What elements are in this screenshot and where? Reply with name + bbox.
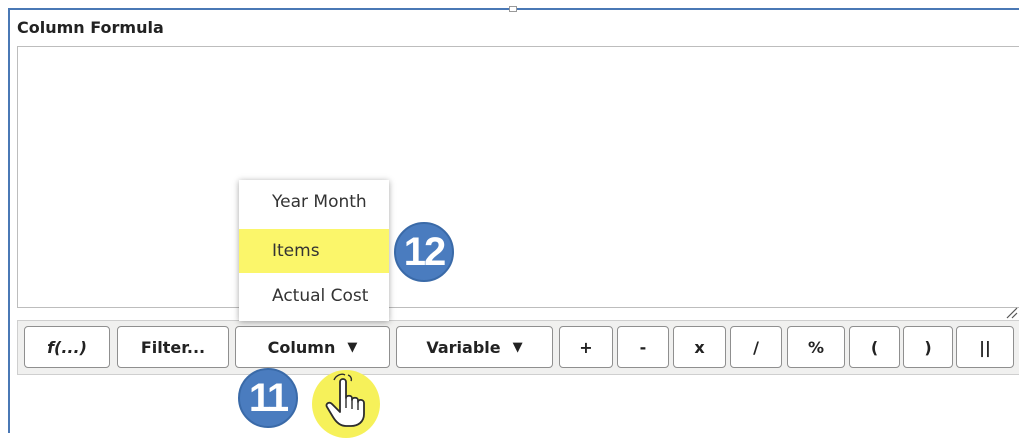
section-title: Column Formula: [17, 18, 164, 37]
resize-grip-icon[interactable]: [1004, 305, 1018, 319]
chevron-down-icon: ▼: [347, 339, 358, 355]
percent-button-label: %: [807, 337, 825, 357]
function-button[interactable]: f(...): [24, 326, 110, 368]
function-button-label: f(...): [47, 337, 87, 357]
menu-item-items[interactable]: Items: [239, 229, 389, 273]
variable-dropdown-button[interactable]: Variable ▼: [396, 326, 553, 368]
open-paren-button[interactable]: (: [849, 326, 900, 368]
minus-button[interactable]: -: [617, 326, 669, 368]
menu-item-label: Items: [272, 241, 320, 261]
multiply-button[interactable]: x: [673, 326, 726, 368]
plus-button[interactable]: +: [559, 326, 613, 368]
column-button-label: Column: [267, 337, 336, 357]
close-paren-button[interactable]: ): [903, 326, 953, 368]
divide-button-label: /: [753, 337, 759, 357]
formula-editor[interactable]: [17, 46, 1019, 308]
column-dropdown-button[interactable]: Column ▼: [235, 326, 390, 368]
percent-button[interactable]: %: [787, 326, 845, 368]
close-paren-button-label: ): [924, 337, 932, 357]
plus-button-label: +: [579, 337, 593, 357]
filter-button-label: Filter...: [140, 337, 206, 357]
step-11-badge: 11: [238, 368, 298, 428]
menu-item-label: Actual Cost: [272, 286, 369, 306]
chevron-down-icon: ▼: [512, 339, 523, 355]
variable-button-label: Variable: [426, 337, 501, 357]
divide-button[interactable]: /: [730, 326, 782, 368]
hand-pointer-icon: [325, 373, 365, 427]
minus-button-label: -: [639, 337, 647, 357]
open-paren-button-label: (: [870, 337, 879, 357]
column-dropdown-menu: Year Month Items Actual Cost: [239, 180, 389, 321]
panel-frame-left: [8, 8, 10, 433]
concat-button-label: ||: [979, 337, 991, 357]
panel-resize-mark: [509, 6, 517, 12]
concat-button[interactable]: ||: [956, 326, 1014, 368]
menu-item-actual-cost[interactable]: Actual Cost: [239, 274, 389, 318]
multiply-button-label: x: [694, 337, 705, 357]
step-12-badge: 12: [394, 222, 454, 282]
menu-item-year-month[interactable]: Year Month: [239, 180, 389, 224]
filter-button[interactable]: Filter...: [117, 326, 229, 368]
menu-item-label: Year Month: [272, 192, 367, 212]
